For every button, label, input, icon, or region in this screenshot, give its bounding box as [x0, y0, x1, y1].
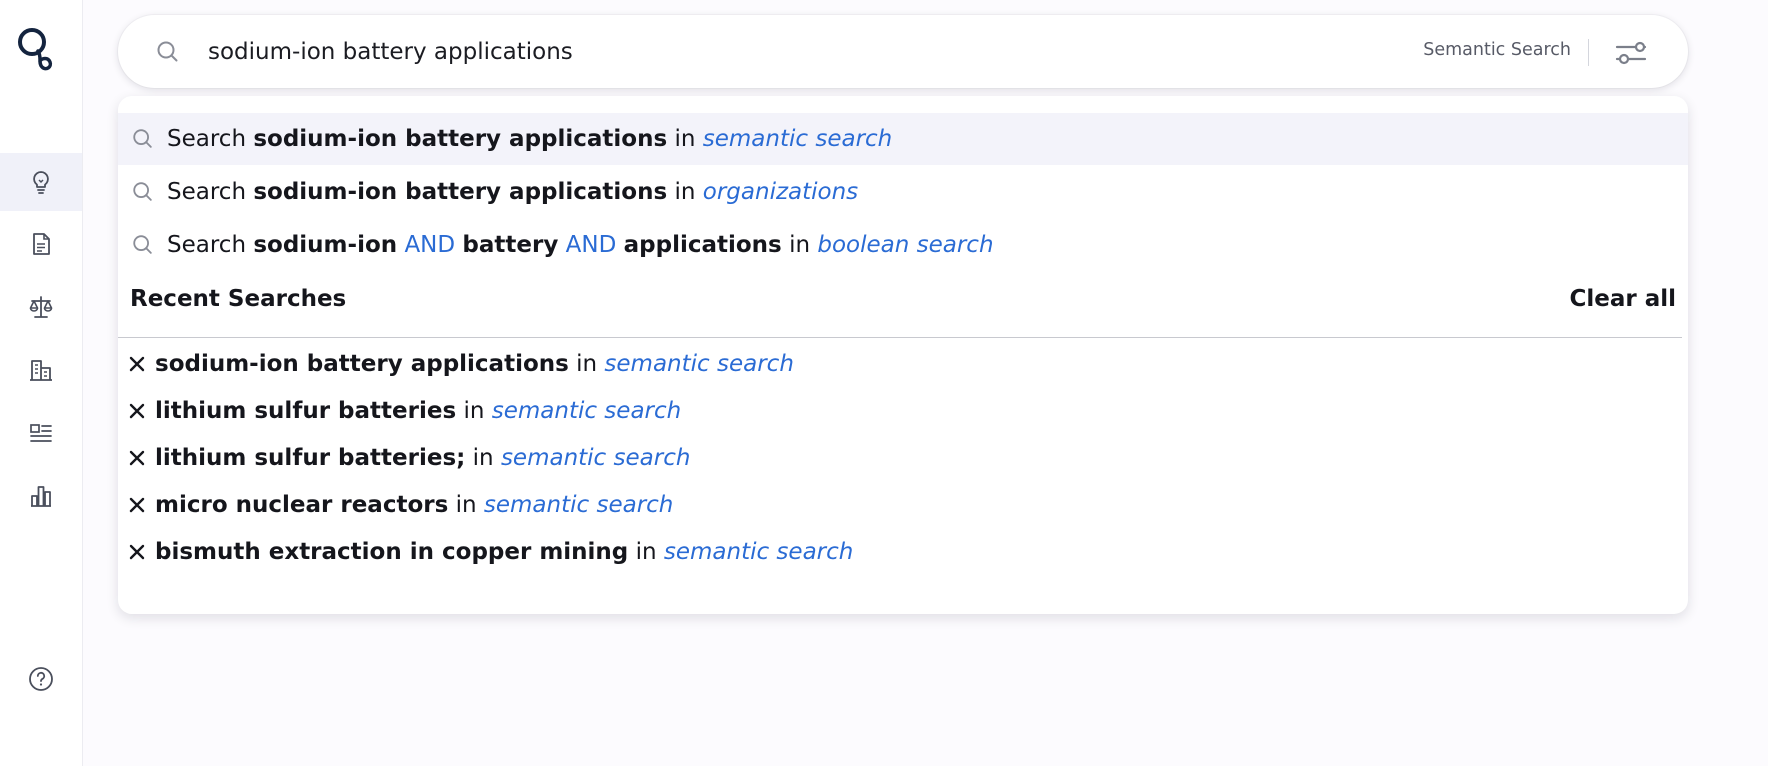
recent-search-scope[interactable]: semantic search: [501, 445, 690, 471]
remove-icon[interactable]: [128, 543, 146, 561]
sidebar: [0, 0, 83, 766]
scales-icon: [29, 296, 53, 318]
suggestion-prefix: Search: [167, 232, 247, 258]
search-mode-label[interactable]: Semantic Search: [1423, 40, 1571, 60]
divider: [118, 337, 1682, 338]
suggestion-organizations[interactable]: Search sodium-ion battery applications i…: [118, 166, 1688, 218]
recent-search-scope[interactable]: semantic search: [664, 539, 853, 565]
divider: [1588, 39, 1589, 66]
suggestion-in: in: [674, 179, 696, 205]
recent-search-item[interactable]: micro nuclear reactors in semantic searc…: [128, 482, 673, 528]
nav-item-news[interactable]: [0, 404, 82, 462]
suggestion-boolean-search[interactable]: Search sodium-ion AND battery AND applic…: [118, 219, 1688, 271]
building-icon: [30, 360, 52, 381]
recent-search-query: lithium sulfur batteries: [155, 398, 457, 424]
recent-search-in: in: [635, 539, 657, 565]
news-icon: [30, 424, 52, 442]
remove-icon[interactable]: [128, 449, 146, 467]
nav-item-organizations[interactable]: [0, 341, 82, 399]
remove-icon[interactable]: [128, 355, 146, 373]
document-icon: [33, 233, 50, 255]
recent-search-in: in: [576, 351, 598, 377]
search-bar: Semantic Search: [118, 15, 1688, 88]
recent-search-query: bismuth extraction in copper mining: [155, 539, 629, 565]
recent-search-item[interactable]: bismuth extraction in copper mining in s…: [128, 529, 853, 575]
search-icon: [133, 235, 152, 254]
recent-search-query: micro nuclear reactors: [155, 492, 449, 518]
recent-search-scope[interactable]: semantic search: [484, 492, 673, 518]
suggestion-prefix: Search: [167, 179, 247, 205]
nav-item-analytics[interactable]: [0, 467, 82, 525]
clear-all-button[interactable]: Clear all: [1569, 286, 1676, 312]
search-icon: [133, 129, 152, 148]
remove-icon[interactable]: [128, 496, 146, 514]
suggestion-prefix: Search: [167, 126, 247, 152]
recent-search-scope[interactable]: semantic search: [492, 398, 681, 424]
suggestion-term: sodium-ion battery applications: [253, 179, 668, 205]
boolean-term: applications: [623, 232, 782, 258]
logo-icon[interactable]: [16, 25, 56, 71]
suggestion-scope[interactable]: boolean search: [817, 232, 993, 258]
suggestion-in: in: [674, 126, 696, 152]
search-suggestions-dropdown: Search sodium-ion battery applications i…: [118, 96, 1688, 614]
recent-search-scope[interactable]: semantic search: [604, 351, 793, 377]
boolean-term: sodium-ion: [253, 232, 398, 258]
recent-searches-heading: Recent Searches: [130, 286, 347, 312]
nav-item-insights[interactable]: [0, 153, 82, 211]
suggestion-scope[interactable]: semantic search: [703, 126, 892, 152]
suggestion-semantic-search[interactable]: Search sodium-ion battery applications i…: [118, 113, 1688, 165]
recent-search-in: in: [463, 398, 485, 424]
suggestion-in: in: [789, 232, 811, 258]
search-input[interactable]: [208, 35, 1308, 69]
lightbulb-icon: [33, 171, 49, 194]
recent-search-in: in: [472, 445, 494, 471]
help-icon: [29, 667, 53, 691]
recent-search-item[interactable]: lithium sulfur batteries; in semantic se…: [128, 435, 690, 481]
bar-chart-icon: [31, 486, 51, 507]
recent-search-item[interactable]: sodium-ion battery applications in seman…: [128, 341, 794, 387]
nav-item-help[interactable]: [0, 650, 82, 708]
filter-settings-icon[interactable]: [1614, 38, 1648, 68]
recent-search-query: sodium-ion battery applications: [155, 351, 569, 377]
nav-item-legal[interactable]: [0, 278, 82, 336]
suggestion-term: sodium-ion battery applications: [253, 126, 668, 152]
search-icon: [133, 182, 152, 201]
recent-search-query: lithium sulfur batteries;: [155, 445, 466, 471]
boolean-term: battery: [462, 232, 559, 258]
recent-search-item[interactable]: lithium sulfur batteries in semantic sea…: [128, 388, 681, 434]
boolean-operator: AND: [565, 232, 617, 258]
search-icon: [157, 41, 178, 62]
boolean-operator: AND: [404, 232, 456, 258]
remove-icon[interactable]: [128, 402, 146, 420]
recent-search-in: in: [455, 492, 477, 518]
nav-item-documents[interactable]: [0, 215, 82, 273]
suggestion-scope[interactable]: organizations: [703, 179, 858, 205]
